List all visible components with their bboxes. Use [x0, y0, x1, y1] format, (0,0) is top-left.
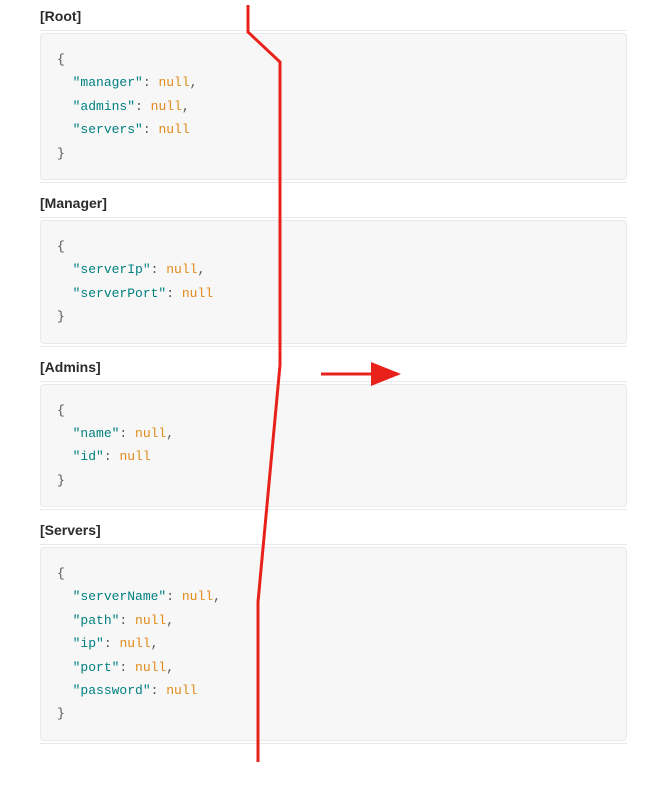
code-brace: {	[57, 239, 65, 254]
code-key: "manager"	[73, 75, 143, 90]
code-value: null	[119, 449, 150, 464]
divider	[40, 182, 627, 183]
code-block: { "serverName": null, "path": null, "ip"…	[40, 547, 627, 741]
code-key: "servers"	[73, 122, 143, 137]
divider	[40, 743, 627, 744]
code-value: null	[182, 286, 213, 301]
code-key: "id"	[73, 449, 104, 464]
code-key: "serverIp"	[73, 262, 151, 277]
code-value: null	[158, 122, 189, 137]
divider	[40, 30, 627, 31]
divider	[40, 217, 627, 218]
code-brace: {	[57, 566, 65, 581]
code-key: "ip"	[73, 636, 104, 651]
code-value: null	[166, 683, 197, 698]
document-content: [Root] { "manager": null, "admins": null,…	[0, 0, 667, 764]
section-title: [Root]	[40, 8, 627, 24]
divider	[40, 381, 627, 382]
divider	[40, 544, 627, 545]
code-key: "admins"	[73, 99, 135, 114]
code-key: "serverPort"	[73, 286, 167, 301]
section: [Root] { "manager": null, "admins": null,…	[40, 8, 627, 183]
code-value: null	[166, 262, 197, 277]
code-block: { "name": null, "id": null }	[40, 384, 627, 508]
code-key: "path"	[73, 613, 120, 628]
code-value: null	[135, 426, 166, 441]
code-brace: {	[57, 52, 65, 67]
code-value: null	[151, 99, 182, 114]
code-key: "password"	[73, 683, 151, 698]
section-title: [Servers]	[40, 522, 627, 538]
divider	[40, 509, 627, 510]
code-brace: }	[57, 706, 65, 721]
divider	[40, 346, 627, 347]
code-brace: }	[57, 473, 65, 488]
code-key: "port"	[73, 660, 120, 675]
code-brace: }	[57, 309, 65, 324]
code-value: null	[119, 636, 150, 651]
code-block: { "serverIp": null, "serverPort": null }	[40, 220, 627, 344]
code-block: { "manager": null, "admins": null, "serv…	[40, 33, 627, 180]
code-value: null	[135, 660, 166, 675]
section: [Servers] { "serverName": null, "path": n…	[40, 522, 627, 744]
code-brace: {	[57, 403, 65, 418]
code-key: "serverName"	[73, 589, 167, 604]
section-title: [Manager]	[40, 195, 627, 211]
section: [Manager] { "serverIp": null, "serverPort…	[40, 195, 627, 347]
code-value: null	[182, 589, 213, 604]
code-value: null	[135, 613, 166, 628]
code-brace: }	[57, 146, 65, 161]
code-value: null	[158, 75, 189, 90]
code-key: "name"	[73, 426, 120, 441]
section: [Admins] { "name": null, "id": null }	[40, 359, 627, 511]
section-title: [Admins]	[40, 359, 627, 375]
